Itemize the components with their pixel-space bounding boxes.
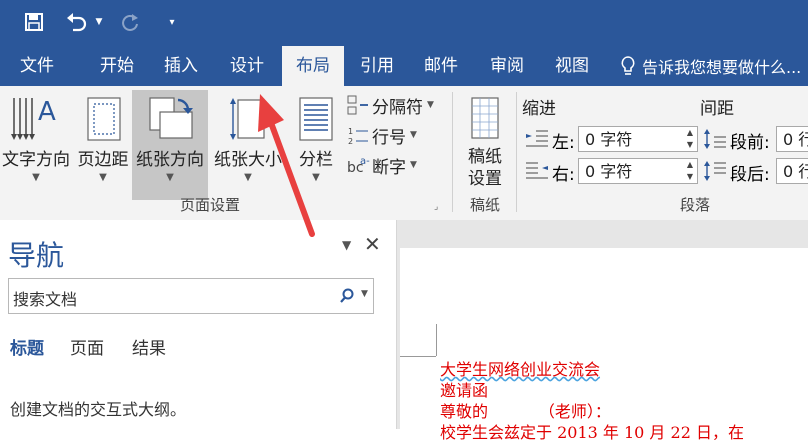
paragraph-group-label: 段落 — [679, 196, 710, 214]
ribbon-layout: A 文字方向 ▼ 页边距 ▼ 纸张方向 ▼ 纸张大小 ▼ 分栏 ▼ 分隔符 ▼ … — [0, 86, 808, 221]
hyphenation-button[interactable]: bc a- 断字 ▼ — [346, 152, 417, 178]
spinner-arrows-icon[interactable]: ▲ ▼ — [687, 159, 693, 183]
tab-results[interactable]: 结果 — [132, 334, 166, 359]
chevron-down-icon: ▼ — [99, 172, 107, 183]
margin-marker — [436, 324, 437, 356]
line-numbers-icon: 12 — [348, 127, 368, 146]
orientation-icon — [149, 97, 193, 139]
line-numbers-label: 行号 — [372, 127, 406, 148]
spacing-heading: 间距 — [700, 99, 734, 119]
svg-text:1: 1 — [348, 127, 353, 136]
draft-settings-button[interactable]: 稿纸 设置 — [458, 90, 512, 200]
svg-text:2: 2 — [348, 137, 353, 146]
indent-left-value: 0 字符 — [585, 130, 633, 149]
close-icon[interactable]: ✕ — [364, 232, 381, 256]
indent-left-label: 左: — [552, 133, 575, 153]
chevron-down-icon: ▼ — [427, 100, 434, 110]
pane-options-icon[interactable]: ▼ — [342, 238, 351, 252]
svg-text:a-: a- — [360, 156, 370, 167]
hyphenation-label: 断字 — [372, 157, 406, 178]
search-input[interactable]: 搜索文档 ▼ — [8, 278, 374, 314]
tab-headings[interactable]: 标题 — [10, 334, 44, 359]
spacing-after-value: 0 行 — [783, 162, 808, 181]
indent-right-icon — [526, 162, 548, 179]
spinner-arrows-icon[interactable]: ▲ ▼ — [687, 127, 693, 151]
group-divider — [452, 92, 453, 212]
spacing-after-label: 段后: — [730, 165, 770, 185]
chevron-down-icon: ▼ — [410, 160, 417, 170]
group-divider — [516, 92, 517, 212]
search-icon[interactable] — [339, 288, 355, 304]
indent-left-icon — [526, 130, 548, 147]
margin-marker — [400, 356, 436, 357]
tab-file[interactable]: 文件 — [10, 46, 64, 86]
save-icon[interactable] — [20, 8, 48, 36]
indent-right-input[interactable]: 0 字符 ▲ ▼ — [578, 158, 698, 184]
margins-icon — [87, 97, 121, 141]
chevron-down-icon: ▼ — [166, 172, 174, 183]
customize-quick-access-icon[interactable]: ▾ — [164, 8, 180, 36]
margins-label: 页边距 — [77, 150, 129, 170]
undo-dropdown-icon[interactable]: ▼ — [92, 8, 106, 36]
tab-insert[interactable]: 插入 — [154, 46, 208, 86]
breaks-icon — [347, 95, 368, 115]
navigation-pane: 导航 ▼ ✕ 搜索文档 ▼ 标题 页面 结果 创建文档的交互式大纲。 — [0, 220, 397, 429]
text-direction-label: 文字方向 — [2, 150, 70, 170]
ribbon-tab-bar: 文件 开始 插入 设计 布局 引用 邮件 审阅 视图 告诉我您想要做什么... — [0, 46, 808, 86]
spacing-after-icon — [704, 161, 726, 181]
spacing-before-icon — [704, 129, 726, 149]
annotation-arrow-icon — [258, 94, 315, 237]
margins-button[interactable]: 页边距 ▼ — [74, 90, 132, 200]
draft-paper-icon — [471, 97, 499, 139]
tell-me-box[interactable]: 告诉我您想要做什么... — [620, 46, 801, 86]
chevron-down-icon: ▼ — [32, 172, 40, 183]
search-placeholder: 搜索文档 — [13, 290, 78, 309]
spacing-after-input[interactable]: 0 行 — [776, 158, 808, 184]
indent-right-value: 0 字符 — [585, 162, 633, 181]
redo-icon[interactable] — [116, 8, 144, 36]
tab-view[interactable]: 视图 — [544, 46, 600, 86]
page-setup-dialog-launcher-icon[interactable]: ⌟ — [434, 202, 438, 212]
navigation-hint: 创建文档的交互式大纲。 — [10, 400, 187, 419]
tab-layout[interactable]: 布局 — [282, 46, 344, 86]
draft-group-label: 稿纸 — [469, 196, 500, 214]
indent-left-input[interactable]: 0 字符 ▲ ▼ — [578, 126, 698, 152]
title-bar: ▼ ▾ — [0, 0, 808, 46]
undo-icon[interactable] — [62, 8, 90, 36]
orientation-button[interactable]: 纸张方向 ▼ — [132, 90, 208, 200]
text-direction-button[interactable]: A 文字方向 ▼ — [0, 90, 72, 200]
draft-settings-label: 稿纸 设置 — [468, 147, 502, 189]
spacing-before-label: 段前: — [730, 133, 770, 153]
svg-text:A: A — [38, 97, 56, 127]
tab-mailings[interactable]: 邮件 — [414, 46, 468, 86]
tab-pages[interactable]: 页面 — [70, 334, 104, 359]
orientation-label: 纸张方向 — [136, 150, 204, 170]
tab-references[interactable]: 引用 — [350, 46, 404, 86]
indent-heading: 缩进 — [522, 99, 556, 119]
breaks-label: 分隔符 — [372, 97, 423, 118]
chevron-down-icon: ▼ — [410, 130, 417, 140]
tab-review[interactable]: 审阅 — [480, 46, 534, 86]
indent-right-label: 右: — [552, 165, 575, 185]
text-direction-icon: A — [11, 97, 56, 140]
navigation-title: 导航 — [8, 239, 65, 272]
hyphenation-icon: bca- — [347, 156, 370, 176]
tell-me-text: 告诉我您想要做什么... — [642, 58, 802, 77]
spacing-before-value: 0 行 — [783, 130, 808, 149]
chevron-down-icon[interactable]: ▼ — [361, 289, 368, 299]
breaks-button[interactable]: 分隔符 ▼ — [346, 92, 434, 118]
tab-design[interactable]: 设计 — [220, 46, 274, 86]
line-numbers-button[interactable]: 12 行号 ▼ — [346, 122, 417, 148]
doc-line: 校学生会兹定于 2013 年 10 月 22 日，在 — [440, 423, 744, 442]
tab-home[interactable]: 开始 — [90, 46, 144, 86]
spacing-before-input[interactable]: 0 行 — [776, 126, 808, 152]
lightbulb-icon — [621, 56, 635, 75]
